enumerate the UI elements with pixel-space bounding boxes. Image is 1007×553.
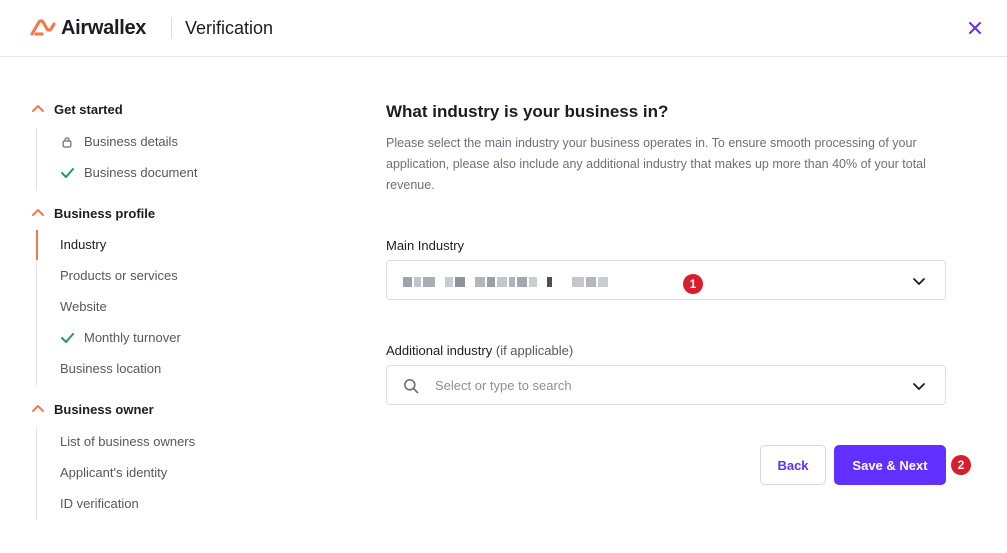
airwallex-logo-icon — [30, 19, 56, 36]
additional-industry-select[interactable] — [386, 365, 946, 405]
lock-icon — [60, 135, 74, 149]
tree-line — [36, 427, 37, 520]
sidebar-item-label: Applicant's identity — [60, 465, 168, 480]
brand-name: Airwallex — [61, 16, 147, 39]
tree-line — [36, 128, 37, 190]
close-button[interactable] — [964, 17, 986, 39]
additional-industry-label-text: Additional industry — [386, 343, 493, 358]
sidebar-item-label: Business location — [60, 361, 162, 376]
close-icon — [969, 22, 981, 34]
sidebar-item-label: Business document — [84, 165, 198, 180]
sidebar-item-business-details[interactable]: Business details — [60, 134, 178, 149]
sidebar-item-label: Monthly turnover — [84, 330, 181, 345]
brand: Airwallex — [30, 14, 146, 42]
sidebar-item-label: Website — [60, 299, 107, 314]
save-and-next-button[interactable]: Save & Next — [834, 445, 946, 485]
step-badge-2: 2 — [951, 455, 971, 475]
sidebar-item-business-location[interactable]: Business location — [60, 361, 161, 376]
main-industry-label: Main Industry — [386, 238, 465, 253]
sidebar-item-label: Products or services — [60, 268, 178, 283]
sidebar-item-business-document[interactable]: Business document — [60, 165, 197, 180]
sidebar-item-label: ID verification — [60, 496, 139, 511]
search-icon — [404, 379, 419, 394]
check-icon — [60, 166, 74, 180]
section-label: Business profile — [54, 205, 156, 221]
section-get-started[interactable]: Get started — [30, 101, 123, 117]
optional-hint: (if applicable) — [495, 343, 574, 358]
chevron-up-icon — [32, 105, 44, 112]
sidebar-item-website[interactable]: Website — [60, 299, 107, 314]
section-business-owner[interactable]: Business owner — [30, 401, 154, 417]
main-industry-select[interactable] — [386, 260, 946, 300]
section-label: Get started — [54, 101, 123, 117]
chevron-up-icon — [32, 209, 44, 216]
section-label: Business owner — [54, 401, 154, 417]
section-business-profile[interactable]: Business profile — [30, 205, 155, 221]
sidebar-item-label: Business details — [84, 134, 178, 149]
chevron-down-icon — [913, 383, 925, 390]
sidebar-item-monthly-turnover[interactable]: Monthly turnover — [60, 330, 181, 345]
back-button[interactable]: Back — [760, 445, 826, 485]
sidebar-item-id-verification[interactable]: ID verification — [60, 496, 139, 511]
additional-industry-search-input[interactable] — [435, 366, 895, 404]
question-title: What industry is your business in? — [386, 102, 669, 121]
step-badge-1: 1 — [683, 274, 703, 294]
additional-industry-label: Additional industry (if applicable) — [386, 343, 573, 358]
page-title: Verification — [185, 18, 274, 38]
sidebar-item-products-or-services[interactable]: Products or services — [60, 268, 178, 283]
active-step-indicator — [36, 230, 38, 260]
chevron-up-icon — [32, 405, 44, 412]
header-divider — [171, 17, 172, 39]
chevron-down-icon — [913, 278, 925, 285]
top-header: Airwallex Verification — [0, 0, 1007, 57]
sidebar-item-applicants-identity[interactable]: Applicant's identity — [60, 465, 167, 480]
tree-line — [36, 230, 38, 386]
check-icon — [60, 331, 74, 345]
sidebar-item-list-of-business-owners[interactable]: List of business owners — [60, 434, 195, 449]
question-description: Please select the main industry your bus… — [386, 136, 926, 192]
main-industry-value-redacted — [403, 277, 608, 287]
sidebar-item-label: List of business owners — [60, 434, 196, 449]
sidebar-item-label: Industry — [60, 237, 107, 252]
sidebar-item-industry[interactable]: Industry — [60, 237, 106, 252]
